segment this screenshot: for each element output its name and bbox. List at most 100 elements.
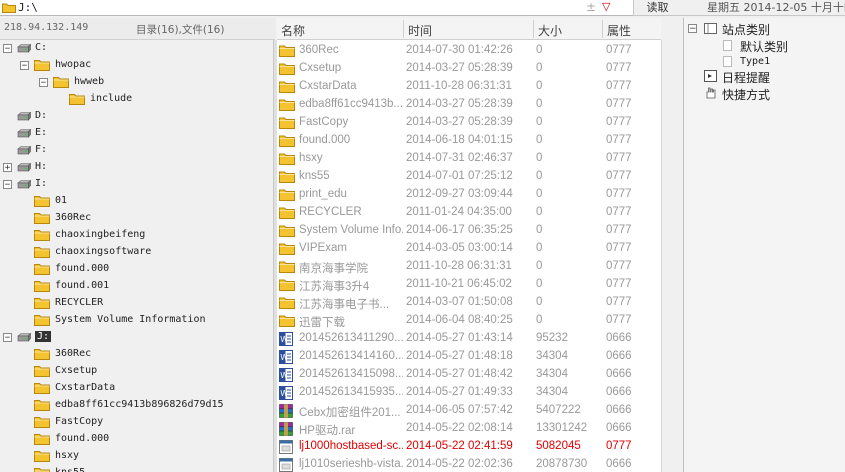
tree-node[interactable]: hsxy [0, 448, 273, 465]
tree-node-label[interactable]: J: [35, 331, 52, 342]
schedule-reminder-item[interactable]: 日程提醒 [722, 69, 770, 86]
file-row[interactable]: W 201452613415098... 2014-05-27 01:48:42 34… [277, 366, 661, 384]
tree-node[interactable]: 360Rec [0, 346, 273, 363]
tree-node[interactable]: − hwweb [0, 74, 273, 91]
collapse-icon[interactable]: − [3, 333, 12, 343]
column-divider[interactable] [533, 20, 534, 38]
column-divider[interactable] [602, 20, 603, 38]
file-row[interactable]: lj1010serieshb-vista... 2014-05-22 02:02:… [277, 456, 661, 472]
tree-node-label[interactable]: edba8ff61cc9413b896826d79d15 [55, 399, 224, 410]
tree-node[interactable]: D: [0, 108, 273, 125]
file-row[interactable]: kns55 2014-07-01 07:25:12 0 0777 [277, 168, 661, 186]
tree-node[interactable]: 360Rec [0, 210, 273, 227]
tree-node-label[interactable]: chaoxingbeifeng [55, 229, 145, 240]
tree-node-label[interactable]: found.000 [55, 263, 109, 274]
type1-item[interactable]: Type1 [740, 56, 770, 67]
tree-node[interactable]: chaoxingsoftware [0, 244, 273, 261]
column-divider[interactable] [403, 20, 404, 38]
collapse-icon[interactable]: − [3, 180, 12, 190]
expand-icon[interactable]: + [3, 163, 12, 173]
tree-node-label[interactable]: 360Rec [55, 348, 91, 359]
column-size[interactable]: 大小 [538, 22, 562, 39]
tree-node[interactable]: found.000 [0, 261, 273, 278]
tree-node-label[interactable]: I: [35, 178, 47, 189]
tree-node-label[interactable]: Cxsetup [55, 365, 97, 376]
file-row[interactable]: 江苏海事3升4 2011-10-21 06:45:02 0 0777 [277, 276, 661, 294]
tree-node[interactable]: found.000 [0, 431, 273, 448]
collapse-icon[interactable]: − [20, 61, 29, 71]
column-time[interactable]: 时间 [408, 22, 432, 39]
column-attr[interactable]: 属性 [607, 22, 631, 39]
file-row[interactable]: hsxy 2014-07-31 02:46:37 0 0777 [277, 150, 661, 168]
tree-node-label[interactable]: kns55 [55, 467, 85, 472]
path-bar[interactable]: J:\ ± ▽ [0, 0, 633, 16]
file-row[interactable]: print_edu 2012-09-27 03:09:44 0 0777 [277, 186, 661, 204]
tree-node[interactable]: FastCopy [0, 414, 273, 431]
tree-node[interactable]: Cxsetup [0, 363, 273, 380]
file-row[interactable]: VIPExam 2014-03-05 03:00:14 0 0777 [277, 240, 661, 258]
tree-node[interactable]: include [0, 91, 273, 108]
shortcuts-item[interactable]: 快捷方式 [722, 86, 770, 103]
path-text[interactable]: J:\ [18, 1, 38, 14]
tree-node-label[interactable]: hwopac [55, 59, 91, 70]
file-row[interactable]: lj1000hostbased-sc... 2014-05-22 02:41:59… [277, 438, 661, 456]
file-row[interactable]: W 201452613411290... 2014-05-27 01:43:14 95… [277, 330, 661, 348]
directory-tree[interactable]: − C: − hwopac − hwweb include D: E: F: + H: − I: 01 360… [0, 40, 273, 472]
file-row[interactable]: CxstarData 2011-10-28 06:31:31 0 0777 [277, 78, 661, 96]
tree-node-label[interactable]: FastCopy [55, 416, 103, 427]
file-row[interactable]: Cxsetup 2014-03-27 05:28:39 0 0777 [277, 60, 661, 78]
tree-node-label[interactable]: found.000 [55, 433, 109, 444]
tree-node-label[interactable]: hwweb [74, 76, 104, 87]
file-row[interactable]: 江苏海事电子书... 2014-03-07 01:50:08 0 0777 [277, 294, 661, 312]
site-category-item[interactable]: 站点类别 [722, 21, 770, 38]
tree-node[interactable]: − hwopac [0, 57, 273, 74]
tree-node[interactable]: chaoxingbeifeng [0, 227, 273, 244]
tree-node-label[interactable]: System Volume Information [55, 314, 206, 325]
tree-node-label[interactable]: E: [35, 127, 47, 138]
file-row[interactable]: HP驱动.rar 2014-05-22 02:08:14 13301242 0666 [277, 420, 661, 438]
tree-node[interactable]: 01 [0, 193, 273, 210]
file-row[interactable]: W 201452613415935... 2014-05-27 01:49:33 34… [277, 384, 661, 402]
tree-node[interactable]: RECYCLER [0, 295, 273, 312]
tree-node[interactable]: F: [0, 142, 273, 159]
tree-node[interactable]: found.001 [0, 278, 273, 295]
tree-node-label[interactable]: H: [35, 161, 47, 172]
tree-node-label[interactable]: 01 [55, 195, 67, 206]
tree-node[interactable]: + H: [0, 159, 273, 176]
tree-node-label[interactable]: C: [35, 42, 47, 53]
file-row[interactable]: RECYCLER 2011-01-24 04:35:00 0 0777 [277, 204, 661, 222]
column-name[interactable]: 名称 [281, 22, 305, 39]
tree-node-label[interactable]: 360Rec [55, 212, 91, 223]
chevron-down-icon[interactable]: ▽ [602, 0, 610, 13]
file-row[interactable]: 迅雷下载 2014-06-04 08:40:25 0 0777 [277, 312, 661, 330]
file-row[interactable]: W 201452613414160... 2014-05-27 01:48:18 34… [277, 348, 661, 366]
tree-node-label[interactable]: CxstarData [55, 382, 115, 393]
file-row[interactable]: Cebx加密组件201... 2014-06-05 07:57:42 5407222… [277, 402, 661, 420]
tree-node[interactable]: kns55 [0, 465, 273, 472]
collapse-icon[interactable]: − [3, 44, 12, 54]
tree-node[interactable]: E: [0, 125, 273, 142]
tree-node[interactable]: edba8ff61cc9413b896826d79d15 [0, 397, 273, 414]
tree-node-label[interactable]: D: [35, 110, 47, 121]
read-button[interactable]: 读取 [633, 0, 681, 16]
collapse-icon[interactable]: − [688, 24, 697, 34]
collapse-icon[interactable]: − [39, 78, 48, 88]
file-row[interactable]: found.000 2014-06-18 04:01:15 0 0777 [277, 132, 661, 150]
tree-node-label[interactable]: chaoxingsoftware [55, 246, 151, 257]
tree-node-label[interactable]: include [90, 93, 132, 104]
tree-node[interactable]: − I: [0, 176, 273, 193]
tree-node-label[interactable]: F: [35, 144, 47, 155]
vertical-scrollbar[interactable] [661, 40, 683, 472]
default-category-item[interactable]: 默认类别 [740, 38, 788, 55]
tree-node-label[interactable]: RECYCLER [55, 297, 103, 308]
file-row[interactable]: FastCopy 2014-03-27 05:28:39 0 0777 [277, 114, 661, 132]
file-row[interactable]: 南京海事学院 2011-10-28 06:31:31 0 0777 [277, 258, 661, 276]
file-row[interactable]: System Volume Info... 2014-06-17 06:35:25… [277, 222, 661, 240]
file-row[interactable]: 360Rec 2014-07-30 01:42:26 0 0777 [277, 42, 661, 60]
tree-node[interactable]: − J: [0, 329, 273, 346]
tree-node-label[interactable]: hsxy [55, 450, 79, 461]
plus-minus-icon[interactable]: ± [586, 0, 596, 14]
tree-node[interactable]: CxstarData [0, 380, 273, 397]
file-row[interactable]: edba8ff61cc9413b... 2014-03-27 05:28:39 0 0… [277, 96, 661, 114]
tree-node[interactable]: System Volume Information [0, 312, 273, 329]
